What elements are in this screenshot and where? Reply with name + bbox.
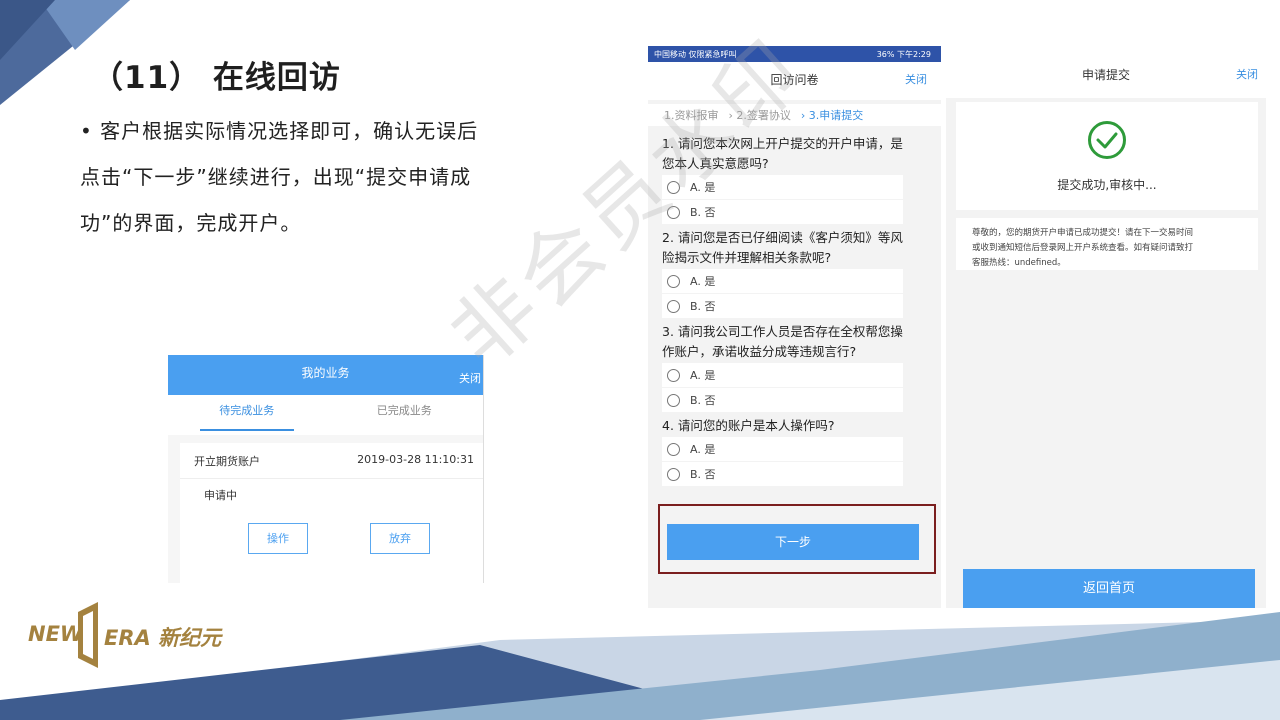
bullet-text: • 客户根据实际情况选择即可，确认无误后 点击“下一步”继续进行，出现“提交申请…	[80, 108, 580, 246]
question-line: 3. 请问我公司工作人员是否存在全权帮您操	[662, 324, 903, 339]
question: 2. 请问您是否已仔细阅读《客户须知》等风 险揭示文件并理解相关条款呢?	[662, 228, 929, 268]
option-label: A. 是	[690, 275, 716, 288]
close-button[interactable]: 关闭	[459, 361, 481, 397]
radio-icon[interactable]	[667, 442, 680, 456]
questionnaire-header: 回访问卷 关闭	[648, 62, 941, 100]
my-business-title: 我的业务	[301, 366, 350, 380]
option-label: A. 是	[690, 369, 716, 382]
bullet-line: 点击“下一步”继续进行，出现“提交申请成	[80, 165, 472, 189]
logo-text-right: ERA 新纪元	[104, 626, 222, 650]
submit-result-screen: 申请提交 关闭 提交成功,审核中... 尊敬的，您的期货开户申请已成功提交！请在…	[946, 52, 1266, 608]
business-item-name: 开立期货账户	[194, 455, 260, 468]
questionnaire-title: 回访问卷	[770, 73, 819, 87]
option-label: B. 否	[690, 300, 716, 313]
radio-icon[interactable]	[667, 274, 680, 288]
next-button-highlight: 下一步	[658, 504, 936, 574]
radio-icon[interactable]	[667, 368, 680, 382]
notice-text: 尊敬的，您的期货开户申请已成功提交！请在下一交易时间 或收到通知短信后登录网上开…	[956, 218, 1258, 270]
radio-icon[interactable]	[667, 180, 680, 194]
option-no[interactable]: B. 否	[662, 200, 903, 224]
question-line: 1. 请问您本次网上开户提交的开户申请，是	[662, 136, 903, 151]
battery-time-text: 36% 下午2:29	[876, 49, 931, 59]
question: 4. 请问您的账户是本人操作吗?	[662, 416, 929, 436]
business-tabs: 待完成业务 已完成业务	[168, 395, 483, 435]
notice-line: 客服热线：undefined。	[972, 258, 1066, 268]
radio-icon[interactable]	[667, 393, 680, 407]
carrier-text: 中国移动 仅限紧急呼叫	[654, 49, 737, 59]
step-2: › 2.签署协议	[728, 109, 791, 122]
submit-header: 申请提交 关闭	[946, 52, 1266, 98]
option-label: B. 否	[690, 206, 716, 219]
option-yes[interactable]: A. 是	[662, 363, 903, 387]
tab-pending[interactable]: 待完成业务	[168, 395, 326, 435]
option-yes[interactable]: A. 是	[662, 175, 903, 199]
radio-icon[interactable]	[667, 299, 680, 313]
success-message: 提交成功,审核中...	[1057, 178, 1157, 192]
question-line: 2. 请问您是否已仔细阅读《客户须知》等风	[662, 230, 903, 245]
logo-mark-icon	[78, 602, 98, 668]
option-no[interactable]: B. 否	[662, 462, 903, 486]
business-status: 申请中	[204, 489, 237, 502]
my-business-screenshot: 我的业务 关闭 待完成业务 已完成业务 开立期货账户 2019-03-28 11…	[168, 355, 484, 583]
question-line: 险揭示文件并理解相关条款呢?	[662, 250, 832, 265]
close-button[interactable]: 关闭	[1236, 52, 1258, 98]
tab-completed[interactable]: 已完成业务	[326, 395, 484, 435]
option-label: B. 否	[690, 394, 716, 407]
step-3: › 3.申请提交	[800, 109, 864, 122]
question-line: 作账户，承诺收益分成等违规言行?	[662, 344, 857, 359]
abandon-button[interactable]: 放弃	[370, 523, 430, 554]
back-home-button[interactable]: 返回首页	[963, 569, 1255, 608]
question: 3. 请问我公司工作人员是否存在全权帮您操 作账户，承诺收益分成等违规言行?	[662, 322, 929, 362]
step-1: 1.资料报审	[664, 109, 719, 122]
notice-line: 或收到通知短信后登录网上开户系统查看。如有疑问请致打	[972, 243, 1194, 253]
company-logo: NEW ERA 新纪元	[28, 602, 228, 668]
option-yes[interactable]: A. 是	[662, 269, 903, 293]
business-card-header: 开立期货账户 2019-03-28 11:10:31	[180, 443, 483, 479]
option-label: B. 否	[690, 468, 716, 481]
question: 1. 请问您本次网上开户提交的开户申请，是 您本人真实意愿吗?	[662, 134, 929, 174]
close-button[interactable]: 关闭	[905, 62, 927, 98]
success-check-icon	[1088, 121, 1126, 159]
notice-line: 尊敬的，您的期货开户申请已成功提交！请在下一交易时间	[972, 228, 1194, 238]
option-yes[interactable]: A. 是	[662, 437, 903, 461]
option-label: A. 是	[690, 181, 716, 194]
option-label: A. 是	[690, 443, 716, 456]
my-business-header: 我的业务 关闭	[168, 355, 483, 395]
option-no[interactable]: B. 否	[662, 294, 903, 318]
radio-icon[interactable]	[667, 205, 680, 219]
business-actions: 操作 放弃	[248, 523, 430, 554]
business-item-time: 2019-03-28 11:10:31	[357, 453, 474, 466]
question-line: 您本人真实意愿吗?	[662, 156, 769, 171]
next-step-button[interactable]: 下一步	[667, 524, 919, 560]
slide-title: （11） 在线回访	[92, 60, 341, 96]
success-card: 提交成功,审核中...	[956, 102, 1258, 210]
operate-button[interactable]: 操作	[248, 523, 308, 554]
business-card: 开立期货账户 2019-03-28 11:10:31 申请中 操作 放弃	[180, 443, 483, 583]
radio-icon[interactable]	[667, 467, 680, 481]
questionnaire-screen: 中国移动 仅限紧急呼叫 36% 下午2:29 回访问卷 关闭 1.资料报审 › …	[648, 46, 941, 608]
question-list: 1. 请问您本次网上开户提交的开户申请，是 您本人真实意愿吗? A. 是 B. …	[648, 126, 941, 486]
bullet-line: 功”的界面，完成开户。	[80, 211, 302, 235]
step-indicator: 1.资料报审 › 2.签署协议 › 3.申请提交	[648, 104, 941, 126]
bullet-line: • 客户根据实际情况选择即可，确认无误后	[80, 119, 479, 143]
submit-title: 申请提交	[1081, 68, 1130, 82]
option-no[interactable]: B. 否	[662, 388, 903, 412]
phone-status-bar: 中国移动 仅限紧急呼叫 36% 下午2:29	[648, 46, 941, 62]
question-line: 4. 请问您的账户是本人操作吗?	[662, 418, 835, 433]
